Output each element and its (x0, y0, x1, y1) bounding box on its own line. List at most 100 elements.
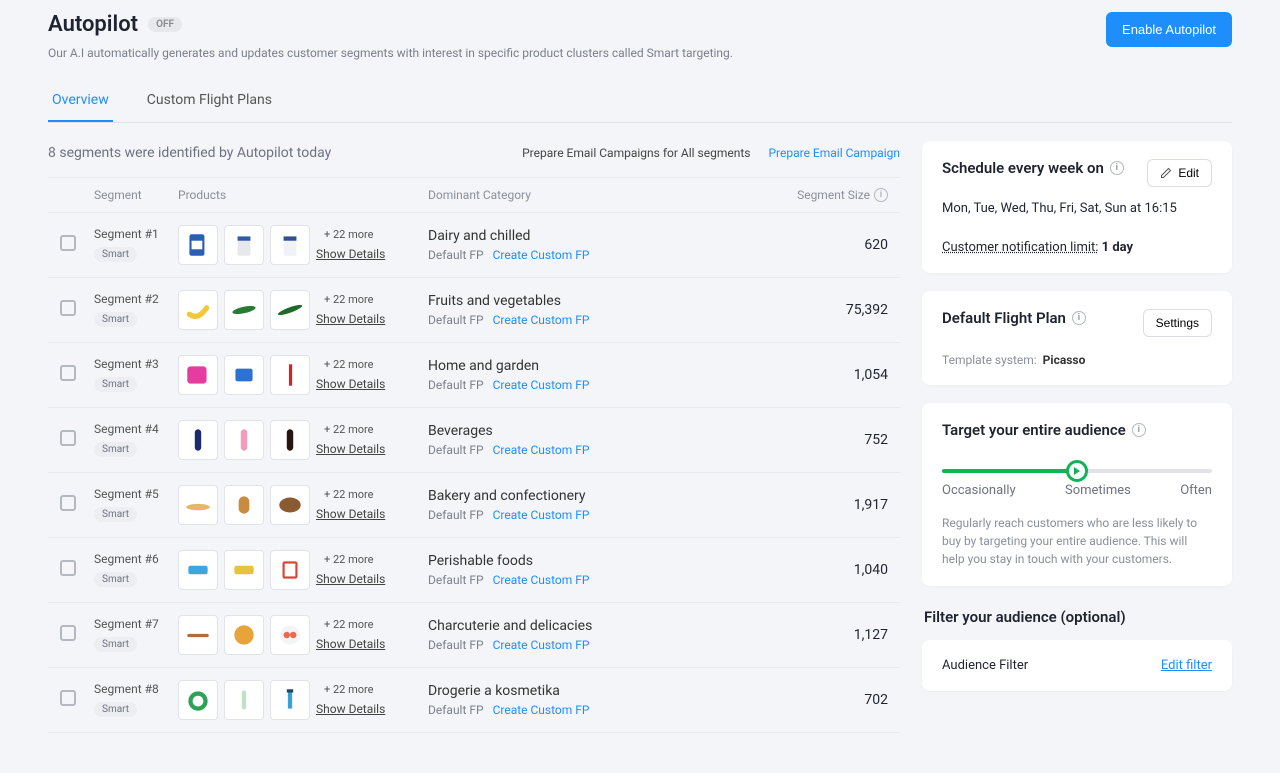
row-checkbox[interactable] (60, 560, 76, 576)
show-details-link[interactable]: Show Details (316, 377, 385, 391)
product-thumbnail[interactable] (224, 485, 264, 525)
edit-schedule-button[interactable]: Edit (1147, 159, 1212, 187)
more-products-text: + 22 more (324, 488, 385, 501)
product-thumbnail[interactable] (224, 420, 264, 460)
more-products-text: + 22 more (324, 553, 385, 566)
more-products-text: + 22 more (324, 228, 385, 241)
product-thumbnail[interactable] (178, 290, 218, 330)
table-row: Segment #5 Smart + 22 more Show Details … (48, 473, 900, 538)
smart-badge: Smart (94, 637, 137, 652)
product-thumbnail[interactable] (270, 485, 310, 525)
segment-name: Segment #1 (94, 227, 178, 241)
notification-limit: Customer notification limit: 1 day (942, 240, 1212, 255)
smart-badge: Smart (94, 442, 137, 457)
show-details-link[interactable]: Show Details (316, 442, 385, 456)
segment-name: Segment #7 (94, 617, 178, 631)
product-thumbnail[interactable] (178, 550, 218, 590)
product-thumbnails: + 22 more Show Details (178, 615, 428, 655)
segment-name: Segment #6 (94, 552, 178, 566)
create-custom-fp-link[interactable]: Create Custom FP (493, 443, 590, 457)
product-thumbnails: + 22 more Show Details (178, 420, 428, 460)
row-checkbox[interactable] (60, 235, 76, 251)
filter-title: Filter your audience (optional) (924, 608, 1232, 626)
product-thumbnail[interactable] (178, 485, 218, 525)
category-title: Charcuterie and delicacies (428, 618, 788, 634)
segment-size: 1,054 (854, 367, 888, 383)
product-thumbnail[interactable] (224, 225, 264, 265)
show-details-link[interactable]: Show Details (316, 637, 385, 651)
tabs: Overview Custom Flight Plans (48, 80, 1232, 123)
summary-text: 8 segments were identified by Autopilot … (48, 145, 331, 161)
product-thumbnail[interactable] (270, 680, 310, 720)
smart-badge: Smart (94, 312, 137, 327)
frequency-slider[interactable] (942, 469, 1212, 473)
segment-name: Segment #2 (94, 292, 178, 306)
segment-size: 1,127 (854, 627, 888, 643)
row-checkbox[interactable] (60, 430, 76, 446)
row-checkbox[interactable] (60, 300, 76, 316)
show-details-link[interactable]: Show Details (316, 247, 385, 261)
tab-custom-flight-plans[interactable]: Custom Flight Plans (143, 80, 276, 122)
prepare-all-link[interactable]: Prepare Email Campaigns for All segments (522, 146, 750, 160)
table-row: Segment #1 Smart + 22 more Show Details … (48, 213, 900, 278)
create-custom-fp-link[interactable]: Create Custom FP (493, 248, 590, 262)
table-row: Segment #2 Smart + 22 more Show Details … (48, 278, 900, 343)
show-details-link[interactable]: Show Details (316, 312, 385, 326)
product-thumbnail[interactable] (178, 355, 218, 395)
product-thumbnail[interactable] (224, 355, 264, 395)
product-thumbnail[interactable] (178, 680, 218, 720)
product-thumbnail[interactable] (224, 550, 264, 590)
show-details-link[interactable]: Show Details (316, 702, 385, 716)
product-thumbnail[interactable] (270, 290, 310, 330)
smart-badge: Smart (94, 247, 137, 262)
product-thumbnails: + 22 more Show Details (178, 550, 428, 590)
more-products-text: + 22 more (324, 423, 385, 436)
create-custom-fp-link[interactable]: Create Custom FP (493, 313, 590, 327)
info-icon[interactable]: i (1110, 161, 1124, 175)
show-details-link[interactable]: Show Details (316, 572, 385, 586)
col-products: Products (178, 188, 428, 202)
product-thumbnail[interactable] (178, 225, 218, 265)
create-custom-fp-link[interactable]: Create Custom FP (493, 378, 590, 392)
create-custom-fp-link[interactable]: Create Custom FP (493, 508, 590, 522)
schedule-card: Schedule every week on i Edit Mon, Tue, … (922, 141, 1232, 274)
product-thumbnail[interactable] (270, 355, 310, 395)
table-row: Segment #3 Smart + 22 more Show Details … (48, 343, 900, 408)
row-checkbox[interactable] (60, 365, 76, 381)
prepare-campaign-link[interactable]: Prepare Email Campaign (768, 146, 900, 160)
info-icon[interactable]: i (874, 188, 888, 202)
info-icon[interactable]: i (1072, 311, 1086, 325)
product-thumbnail[interactable] (224, 615, 264, 655)
status-badge: OFF (148, 17, 182, 32)
show-details-link[interactable]: Show Details (316, 507, 385, 521)
row-checkbox[interactable] (60, 625, 76, 641)
info-icon[interactable]: i (1132, 423, 1146, 437)
create-custom-fp-link[interactable]: Create Custom FP (493, 703, 590, 717)
product-thumbnails: + 22 more Show Details (178, 225, 428, 265)
targeting-description: Regularly reach customers who are less l… (942, 514, 1212, 568)
audience-filter-label: Audience Filter (942, 658, 1028, 673)
category-title: Beverages (428, 423, 788, 439)
targeting-title: Target your entire audience i (942, 421, 1212, 439)
product-thumbnail[interactable] (178, 615, 218, 655)
settings-button[interactable]: Settings (1143, 309, 1212, 337)
product-thumbnail[interactable] (224, 680, 264, 720)
category-title: Dairy and chilled (428, 228, 788, 244)
page-subtitle: Our A.I automatically generates and upda… (48, 45, 733, 62)
create-custom-fp-link[interactable]: Create Custom FP (493, 573, 590, 587)
tab-overview[interactable]: Overview (48, 80, 113, 122)
slider-handle[interactable] (1066, 460, 1088, 482)
product-thumbnail[interactable] (270, 615, 310, 655)
enable-autopilot-button[interactable]: Enable Autopilot (1106, 12, 1232, 47)
product-thumbnail[interactable] (178, 420, 218, 460)
row-checkbox[interactable] (60, 690, 76, 706)
create-custom-fp-link[interactable]: Create Custom FP (493, 638, 590, 652)
product-thumbnail[interactable] (270, 225, 310, 265)
filter-section: Filter your audience (optional) Audience… (922, 604, 1232, 691)
product-thumbnail[interactable] (224, 290, 264, 330)
edit-filter-link[interactable]: Edit filter (1161, 658, 1212, 673)
product-thumbnail[interactable] (270, 550, 310, 590)
category-sub: Default FP Create Custom FP (428, 508, 788, 522)
row-checkbox[interactable] (60, 495, 76, 511)
product-thumbnail[interactable] (270, 420, 310, 460)
